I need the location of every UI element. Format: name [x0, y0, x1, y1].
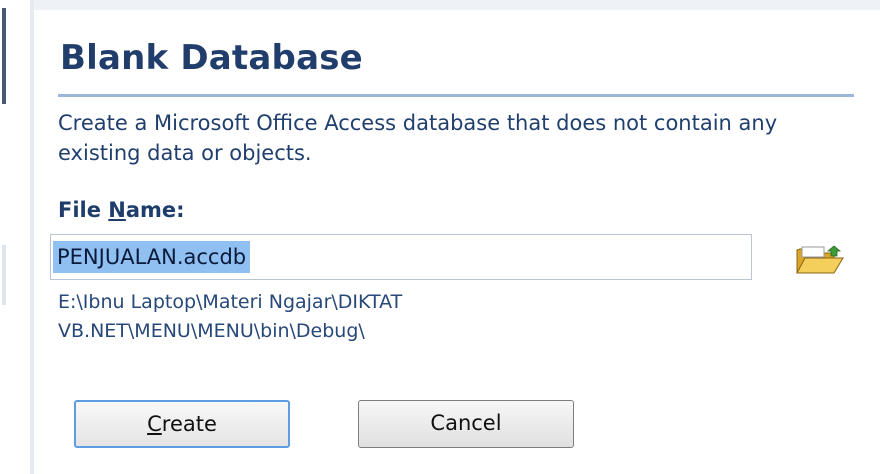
left-pane-edge-lower — [2, 245, 6, 305]
file-name-label: File Name: — [58, 198, 185, 222]
cancel-button[interactable]: Cancel — [358, 400, 574, 448]
left-pane-edge — [2, 8, 6, 104]
save-location-path: E:\Ibnu Laptop\Materi Ngajar\DIKTAT VB.N… — [58, 291, 403, 342]
file-name-value: PENJUALAN.accdb — [53, 241, 251, 273]
create-accelerator: C — [147, 412, 162, 436]
file-name-input[interactable]: PENJUALAN.accdb — [50, 234, 752, 280]
title-divider — [58, 94, 854, 97]
panel-description: Create a Microsoft Office Access databas… — [58, 111, 778, 165]
left-navigation-strip — [0, 0, 30, 474]
open-folder-icon[interactable] — [794, 243, 846, 275]
create-button[interactable]: Create — [74, 400, 290, 448]
blank-database-panel: Blank Database Create a Microsoft Office… — [34, 0, 880, 474]
panel-top-border — [34, 0, 880, 10]
file-name-accelerator: N — [108, 198, 126, 222]
panel-title: Blank Database — [60, 38, 363, 78]
